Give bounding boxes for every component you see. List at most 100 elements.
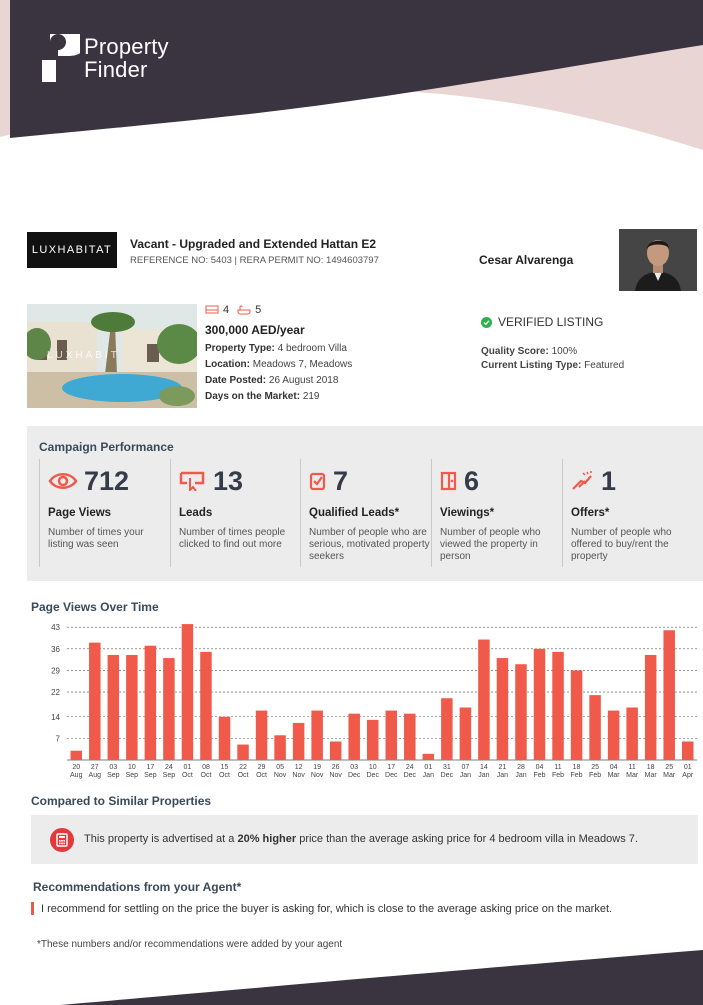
x-tick-day: 04 xyxy=(536,764,544,771)
listing-header: LUXHABITAT Vacant - Upgraded and Extende… xyxy=(27,229,699,291)
bar xyxy=(589,695,601,760)
bar xyxy=(366,719,379,760)
recommendation-text: I recommend for settling on the price th… xyxy=(41,902,613,915)
bar xyxy=(385,710,398,760)
x-tick-month: Nov xyxy=(292,772,305,779)
x-tick-day: 17 xyxy=(146,764,154,771)
detail-location: Location: Meadows 7, Meadows xyxy=(205,359,353,370)
detail-property-type: Property Type: 4 bedroom Villa xyxy=(205,343,347,354)
x-tick-day: 18 xyxy=(647,764,655,771)
bar xyxy=(181,624,194,760)
logo-text: Property Finder xyxy=(84,35,169,81)
x-tick-day: 26 xyxy=(332,764,340,771)
bar xyxy=(552,651,564,760)
door-icon xyxy=(440,471,457,491)
x-tick-day: 18 xyxy=(573,764,581,771)
x-tick-month: Feb xyxy=(571,772,583,779)
bar xyxy=(218,716,231,760)
metric-label: Qualified Leads* xyxy=(309,507,400,519)
metric-label: Offers* xyxy=(571,507,610,519)
logo-icon xyxy=(42,34,80,82)
metric-qualified-leads: 7 Qualified Leads* Number of people who … xyxy=(300,459,432,567)
y-tick-label: 43 xyxy=(51,623,60,632)
bar xyxy=(348,713,360,760)
bar xyxy=(681,741,694,760)
x-tick-day: 08 xyxy=(202,764,210,771)
x-tick-month: Feb xyxy=(589,772,601,779)
x-tick-month: Oct xyxy=(182,772,193,779)
bed-icon xyxy=(205,305,219,314)
calculator-icon xyxy=(50,828,74,852)
x-tick-month: Apr xyxy=(682,772,694,779)
x-tick-month: Jan xyxy=(460,772,471,779)
x-tick-day: 25 xyxy=(591,764,599,771)
bar xyxy=(237,744,249,760)
x-tick-day: 05 xyxy=(276,764,284,771)
x-tick-day: 31 xyxy=(443,764,451,771)
recommendations-title: Recommendations from your Agent* xyxy=(33,880,242,894)
x-tick-day: 10 xyxy=(128,764,136,771)
footer-banner xyxy=(60,950,703,1005)
agent-photo xyxy=(619,229,697,291)
metric-label: Leads xyxy=(179,507,213,519)
x-tick-month: Nov xyxy=(274,772,287,779)
metric-description: Number of people who offered to buy/rent… xyxy=(571,527,672,562)
metric-viewings: 6 Viewings* Number of people who viewed … xyxy=(431,459,563,567)
bar xyxy=(533,648,546,760)
bar xyxy=(126,654,138,760)
accent-bar xyxy=(31,902,34,915)
metric-description: Number of people who are serious, motiva… xyxy=(309,527,430,562)
x-tick-month: Sep xyxy=(107,772,120,779)
x-tick-month: Feb xyxy=(533,772,545,779)
bar xyxy=(459,707,472,760)
bar xyxy=(570,670,583,760)
compare-panel: This property is advertised at a 20% hig… xyxy=(31,815,698,864)
x-tick-month: Nov xyxy=(311,772,324,779)
x-tick-month: Oct xyxy=(219,772,230,779)
x-tick-month: Jan xyxy=(423,772,434,779)
x-tick-day: 28 xyxy=(517,764,525,771)
x-tick-month: Aug xyxy=(89,772,102,779)
x-tick-day: 15 xyxy=(221,764,229,771)
x-tick-month: Jan xyxy=(515,772,526,779)
bar xyxy=(441,698,453,760)
campaign-title: Campaign Performance xyxy=(39,440,174,454)
y-tick-label: 22 xyxy=(51,688,60,697)
x-tick-day: 03 xyxy=(109,764,117,771)
x-tick-month: Mar xyxy=(663,772,676,779)
x-tick-month: Dec xyxy=(348,772,361,779)
campaign-performance: Campaign Performance 712 Page Views Numb… xyxy=(27,426,703,581)
verified-label: VERIFIED LISTING xyxy=(498,315,604,329)
agency-logo: LUXHABITAT xyxy=(27,232,117,268)
x-tick-month: Oct xyxy=(201,772,212,779)
bar xyxy=(274,735,286,760)
bar xyxy=(607,710,620,760)
y-tick-label: 29 xyxy=(51,666,60,675)
x-tick-day: 29 xyxy=(258,764,266,771)
bed-bath-row: 4 5 xyxy=(205,304,465,316)
x-tick-day: 24 xyxy=(165,764,173,771)
x-tick-day: 07 xyxy=(461,764,469,771)
metric-offers: 1 Offers* Number of people who offered t… xyxy=(562,459,694,567)
x-tick-day: 25 xyxy=(665,764,673,771)
quality-score: Quality Score: 100% xyxy=(481,346,578,357)
x-tick-day: 19 xyxy=(313,764,321,771)
agent-name: Cesar Alvarenga xyxy=(479,253,574,267)
compare-title: Compared to Similar Properties xyxy=(31,794,212,808)
x-tick-day: 01 xyxy=(424,764,432,771)
metric-leads: 13 Leads Number of times people clicked … xyxy=(170,459,302,567)
x-tick-day: 12 xyxy=(295,764,303,771)
metric-description: Number of times people clicked to find o… xyxy=(179,527,286,550)
x-tick-month: Sep xyxy=(163,772,176,779)
listing-reference: REFERENCE NO: 5403 | RERA PERMIT NO: 149… xyxy=(130,255,379,266)
bath-icon xyxy=(237,305,251,315)
x-tick-day: 10 xyxy=(369,764,377,771)
quality-info: Quality Score: 100% Current Listing Type… xyxy=(481,345,624,373)
x-tick-day: 04 xyxy=(610,764,618,771)
photo-watermark: LUXHABIT xyxy=(47,350,120,361)
listing-price: 300,000 AED/year xyxy=(205,323,305,337)
check-circle-icon xyxy=(481,316,492,328)
bar xyxy=(644,654,657,760)
x-tick-month: Dec xyxy=(441,772,454,779)
bar xyxy=(422,753,435,760)
